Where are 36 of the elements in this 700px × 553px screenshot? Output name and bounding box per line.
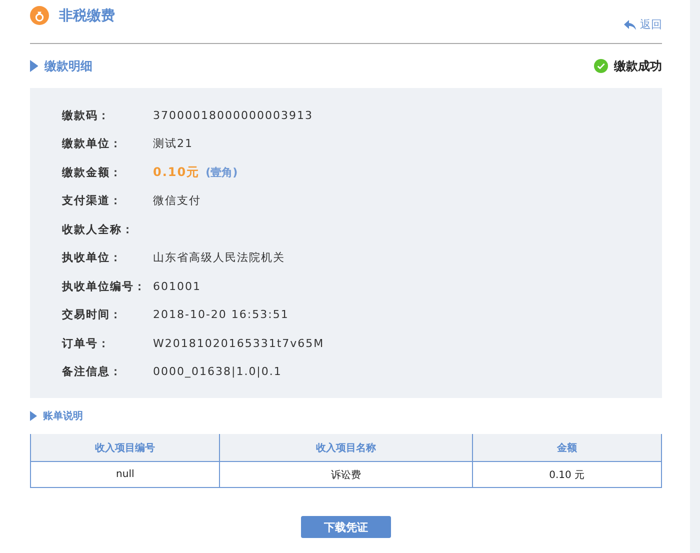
field-label: 备注信息： bbox=[62, 364, 123, 380]
payment-status: 缴款成功 bbox=[614, 58, 662, 74]
section-title: 账单说明 bbox=[43, 410, 83, 423]
page-title: 非税缴费 bbox=[59, 6, 115, 24]
field-value: 微信支付 bbox=[153, 193, 201, 208]
table-cell: 诉讼费 bbox=[220, 462, 472, 488]
field-value: 601001 bbox=[153, 280, 201, 293]
field-value: 37000018000000003913 bbox=[153, 108, 313, 122]
download-button[interactable]: 下载凭证 bbox=[301, 516, 391, 538]
amount-value: 0.10元 bbox=[153, 164, 200, 181]
field-label: 交易时间： bbox=[62, 307, 123, 322]
back-link[interactable]: 返回 bbox=[624, 17, 662, 32]
field-label: 缴款码： bbox=[62, 108, 111, 123]
column-header: 收入项目编号 bbox=[30, 434, 220, 462]
field-label: 缴款金额： bbox=[62, 164, 123, 180]
field-label: 订单号： bbox=[62, 336, 111, 351]
field-label: 执收单位编号： bbox=[62, 278, 147, 294]
field-value: 山东省高级人民法院机关 bbox=[153, 250, 285, 266]
back-arrow-icon bbox=[624, 20, 636, 30]
field-value: 测试21 bbox=[153, 136, 193, 152]
check-circle-icon bbox=[594, 59, 608, 73]
table-cell: null bbox=[30, 462, 220, 488]
field-value: W20181020165331t7v65M bbox=[153, 336, 324, 350]
triangle-icon bbox=[30, 411, 37, 421]
table-cell: 0.10 元 bbox=[472, 462, 662, 488]
field-label: 收款人全称： bbox=[62, 222, 135, 237]
amount-in-words: (壹角) bbox=[206, 164, 238, 180]
field-value: 2018-10-20 16:53:51 bbox=[153, 308, 289, 322]
field-label: 执收单位： bbox=[62, 250, 123, 266]
field-label: 支付渠道： bbox=[62, 193, 123, 208]
column-header: 收入项目名称 bbox=[220, 434, 472, 462]
field-value: 0000_01638|1.0|0.1 bbox=[153, 365, 282, 378]
field-label: 缴款单位： bbox=[62, 136, 123, 152]
triangle-icon bbox=[30, 60, 38, 72]
section-title: 缴款明细 bbox=[44, 58, 92, 74]
column-header: 金额 bbox=[472, 434, 662, 462]
